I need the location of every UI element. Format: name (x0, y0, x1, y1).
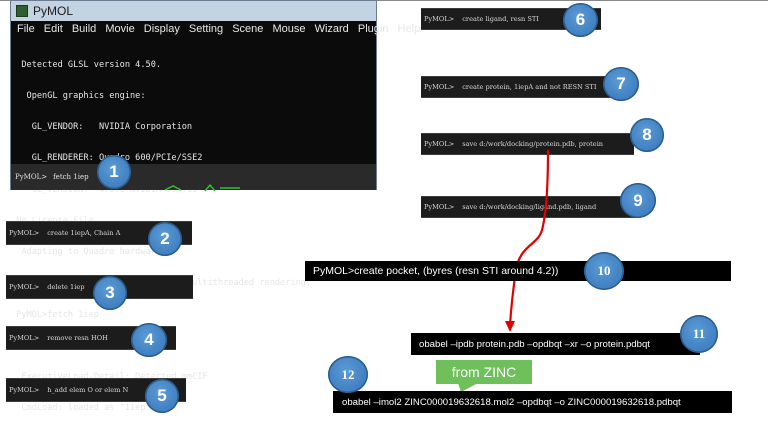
menu-file[interactable]: File (17, 21, 35, 38)
viewer-fragment-icon (165, 184, 240, 192)
workflow-arrow (505, 149, 550, 332)
step-9-badge: 9 (620, 183, 656, 218)
step-5-badge: 5 (145, 379, 179, 413)
step-8-badge: 8 (630, 118, 664, 152)
strip-prompt: PyMOL> (424, 15, 455, 23)
strip-prompt: PyMOL> (9, 229, 40, 237)
window-title: PyMOL (33, 4, 74, 18)
strip-prompt: PyMOL> (9, 334, 40, 342)
console-line: Adapting to Quadro hardware. (11, 247, 167, 258)
pymol-logo-icon (16, 5, 28, 17)
callout-text: from ZINC (451, 364, 517, 380)
title-bar: PyMOL (11, 1, 376, 21)
step-10-badge: 10 (584, 252, 624, 290)
console-line: CmdLoad: loaded as "1iep". (11, 403, 156, 414)
console-line: GL_VENDOR: NVIDIA Corporation (11, 122, 193, 133)
menu-bar: File Edit Build Movie Display Setting Sc… (11, 21, 420, 38)
console-line: OpenGL graphics engine: (11, 91, 146, 102)
strip-prompt: PyMOL> (424, 203, 455, 211)
menu-mouse[interactable]: Mouse (272, 21, 305, 38)
pocket-command-bar: PyMOL>create pocket, (byres (resn STI ar… (305, 261, 731, 281)
menu-build[interactable]: Build (72, 21, 96, 38)
menu-plugin[interactable]: Plugin (358, 21, 389, 38)
step-11-badge: 11 (680, 315, 718, 353)
step-12-badge: 12 (328, 356, 368, 393)
console-line: GL_RENDERER: Quadro 600/PCIe/SSE2 (31, 153, 203, 164)
strip-command: create protein, 1iepA and not RESN STI (462, 83, 597, 91)
step-7-badge: 7 (603, 67, 639, 101)
command-text: fetch 1iep (53, 173, 89, 181)
obabel-ligand-bar: obabel –imol2 ZINC000019632618.mol2 –opd… (333, 391, 732, 413)
obabel-ligand-command: obabel –imol2 ZINC000019632618.mol2 –opd… (342, 396, 681, 408)
menu-setting[interactable]: Setting (189, 21, 223, 38)
step-2-badge: 2 (148, 222, 182, 256)
menu-help[interactable]: Help (398, 21, 421, 38)
step-4-badge: 4 (131, 323, 167, 357)
pocket-command: PyMOL>create pocket, (byres (resn STI ar… (313, 265, 559, 277)
pymol-window: PyMOL File Edit Build Movie Display Sett… (10, 0, 420, 413)
menu-edit[interactable]: Edit (44, 21, 63, 38)
strip-command: create 1iepA, Chain A (47, 229, 121, 237)
command-strip-7: PyMOL> create protein, 1iepA and not RESN… (421, 76, 621, 98)
strip-prompt: PyMOL> (424, 83, 455, 91)
strip-command: create ligand, resn STI (462, 15, 539, 23)
strip-prompt: PyMOL> (9, 283, 40, 291)
menu-display[interactable]: Display (144, 21, 180, 38)
step-1-badge: 1 (97, 155, 131, 189)
strip-command: h_add elem O or elem N (47, 386, 129, 394)
obabel-protein-command: obabel –ipdb protein.pdb –opdbqt –xr –o … (419, 338, 650, 350)
menu-scene[interactable]: Scene (232, 21, 263, 38)
step-6-badge: 6 (563, 3, 598, 37)
source-callout: from ZINC (436, 360, 532, 384)
obabel-protein-bar: obabel –ipdb protein.pdb –opdbqt –xr –o … (411, 333, 700, 355)
strip-prompt: PyMOL> (9, 386, 40, 394)
strip-prompt: PyMOL> (424, 140, 455, 148)
menu-movie[interactable]: Movie (105, 21, 134, 38)
strip-command: remove resn HOH (47, 334, 108, 342)
console-line: Detected GLSL version 4.50. (11, 59, 162, 70)
command-prompt: PyMOL> (15, 173, 48, 181)
console-line: PyMOL>fetch 1iep (11, 309, 99, 320)
step-3-badge: 3 (93, 276, 127, 310)
menu-wizard[interactable]: Wizard (315, 21, 349, 38)
strip-command: delete 1iep (47, 283, 85, 291)
